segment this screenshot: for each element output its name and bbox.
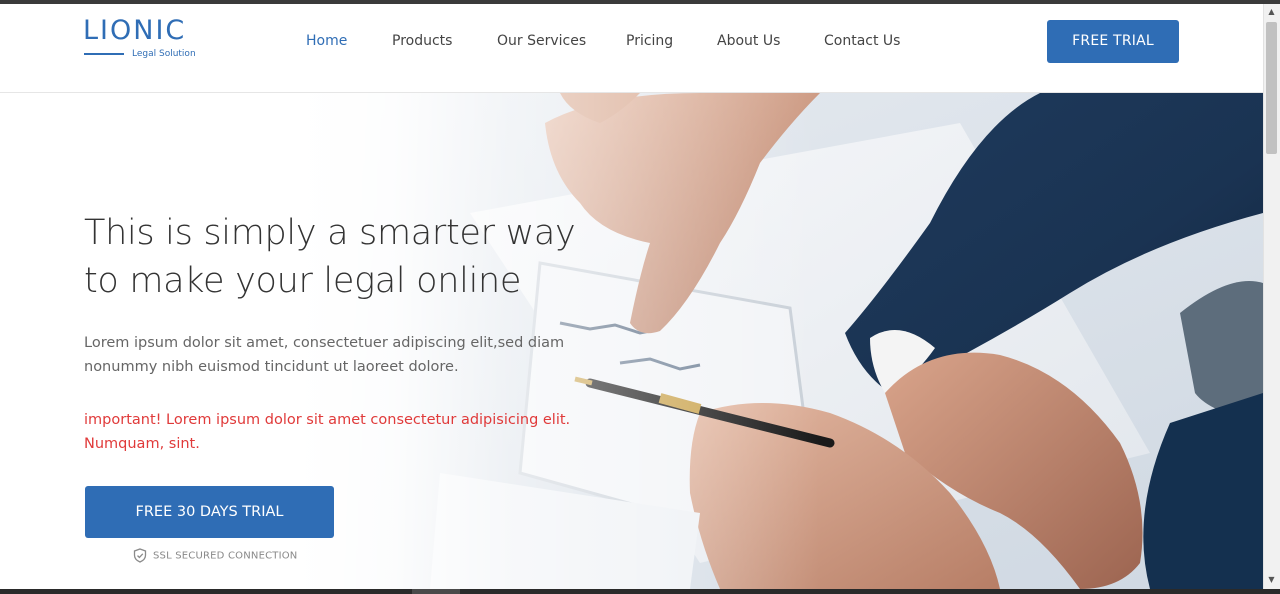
lionic-logo[interactable]: LIONIC Legal Solution — [83, 15, 196, 64]
hero-description: Lorem ipsum dolor sit amet, consectetuer… — [84, 331, 574, 379]
free-trial-button[interactable]: FREE TRIAL — [1047, 20, 1179, 63]
hero-important-line-1: important! Lorem ipsum dolor sit amet co… — [84, 412, 571, 428]
horizontal-scroll-thumb[interactable] — [412, 589, 460, 594]
landing-page: LIONIC Legal Solution Home Products Our … — [0, 4, 1263, 589]
logo-underline — [84, 53, 124, 55]
nav-products[interactable]: Products — [392, 30, 452, 52]
hero-description-line-1: Lorem ipsum dolor sit amet, consectetuer… — [84, 335, 565, 351]
scroll-up-arrow-icon[interactable]: ▲ — [1263, 4, 1280, 20]
hero-headline: This is simply a smarter way to make you… — [84, 209, 604, 305]
scroll-down-arrow-icon[interactable]: ▼ — [1263, 572, 1280, 588]
site-header: LIONIC Legal Solution Home Products Our … — [0, 4, 1263, 93]
nav-our-services[interactable]: Our Services — [497, 30, 586, 52]
ssl-secured-note: SSL SECURED CONNECTION — [133, 548, 297, 564]
hero-section: This is simply a smarter way to make you… — [0, 93, 1263, 589]
window-bottom-edge — [0, 589, 1280, 594]
free-30-days-trial-button[interactable]: FREE 30 DAYS TRIAL — [85, 486, 334, 538]
hero-headline-line-1: This is simply a smarter way — [84, 213, 576, 253]
nav-about-us[interactable]: About Us — [717, 30, 780, 52]
nav-contact-us[interactable]: Contact Us — [824, 30, 900, 52]
logo-tagline: Legal Solution — [132, 49, 196, 59]
hero-headline-line-2: to make your legal online — [84, 261, 522, 301]
nav-pricing[interactable]: Pricing — [626, 30, 673, 52]
nav-home[interactable]: Home — [306, 30, 347, 52]
hero-important-note: important! Lorem ipsum dolor sit amet co… — [84, 408, 584, 456]
hero-important-line-2: Numquam, sint. — [84, 436, 200, 452]
scrollbar-thumb[interactable] — [1266, 22, 1277, 154]
logo-name: LIONIC — [83, 15, 187, 46]
ssl-text: SSL SECURED CONNECTION — [153, 550, 298, 562]
hero-description-line-2: nonummy nibh euismod tincidunt ut laoree… — [84, 359, 459, 375]
shield-check-icon — [133, 548, 147, 563]
